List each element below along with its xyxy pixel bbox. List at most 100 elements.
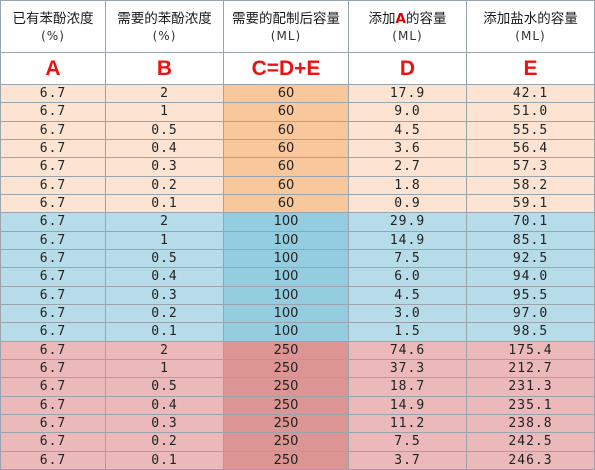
- table-cell-c[interactable]: 250: [224, 378, 349, 397]
- table-cell-b[interactable]: 2: [106, 213, 224, 232]
- table-cell-c[interactable]: 250: [224, 341, 349, 360]
- table-cell-b[interactable]: 0.3: [106, 158, 224, 177]
- table-cell-d[interactable]: 3.0: [349, 304, 467, 324]
- table-cell-b[interactable]: 1: [106, 359, 224, 379]
- table-cell-e[interactable]: 85.1: [467, 231, 595, 250]
- table-cell-d[interactable]: 1.8: [349, 176, 467, 195]
- table-cell-c[interactable]: 60: [224, 139, 349, 159]
- table-cell-a[interactable]: 6.7: [1, 286, 106, 305]
- table-cell-a[interactable]: 6.7: [1, 103, 106, 122]
- letter-cell-e[interactable]: E: [467, 53, 595, 85]
- letter-cell-c[interactable]: C=D+E: [224, 53, 349, 85]
- table-cell-c[interactable]: 60: [224, 103, 349, 122]
- table-cell-e[interactable]: 57.3: [467, 158, 595, 177]
- table-cell-c[interactable]: 100: [224, 268, 349, 287]
- table-cell-e[interactable]: 59.1: [467, 194, 595, 214]
- table-cell-e[interactable]: 55.5: [467, 121, 595, 140]
- table-cell-c[interactable]: 250: [224, 359, 349, 379]
- table-cell-c[interactable]: 60: [224, 176, 349, 195]
- table-cell-b[interactable]: 0.5: [106, 249, 224, 269]
- table-cell-b[interactable]: 0.5: [106, 378, 224, 397]
- table-cell-c[interactable]: 60: [224, 85, 349, 104]
- table-cell-a[interactable]: 6.7: [1, 121, 106, 140]
- table-cell-d[interactable]: 0.9: [349, 194, 467, 214]
- table-cell-e[interactable]: 246.3: [467, 451, 595, 470]
- table-cell-b[interactable]: 0.1: [106, 194, 224, 214]
- table-cell-a[interactable]: 6.7: [1, 433, 106, 452]
- table-cell-d[interactable]: 17.9: [349, 85, 467, 104]
- table-cell-e[interactable]: 56.4: [467, 139, 595, 159]
- table-cell-e[interactable]: 212.7: [467, 359, 595, 379]
- table-cell-e[interactable]: 94.0: [467, 268, 595, 287]
- table-cell-b[interactable]: 0.4: [106, 268, 224, 287]
- table-cell-a[interactable]: 6.7: [1, 176, 106, 195]
- table-cell-c[interactable]: 250: [224, 414, 349, 434]
- table-cell-a[interactable]: 6.7: [1, 194, 106, 214]
- table-cell-c[interactable]: 100: [224, 323, 349, 342]
- table-cell-d[interactable]: 37.3: [349, 359, 467, 379]
- table-cell-d[interactable]: 7.5: [349, 249, 467, 269]
- table-cell-d[interactable]: 14.9: [349, 396, 467, 415]
- table-cell-c[interactable]: 100: [224, 286, 349, 305]
- table-cell-a[interactable]: 6.7: [1, 341, 106, 360]
- table-cell-a[interactable]: 6.7: [1, 85, 106, 104]
- table-cell-b[interactable]: 0.3: [106, 414, 224, 434]
- table-cell-d[interactable]: 7.5: [349, 433, 467, 452]
- table-cell-c[interactable]: 250: [224, 433, 349, 452]
- table-cell-e[interactable]: 92.5: [467, 249, 595, 269]
- table-cell-b[interactable]: 2: [106, 85, 224, 104]
- table-cell-d[interactable]: 14.9: [349, 231, 467, 250]
- table-cell-b[interactable]: 0.4: [106, 396, 224, 415]
- table-cell-c[interactable]: 250: [224, 396, 349, 415]
- table-cell-d[interactable]: 1.5: [349, 323, 467, 342]
- letter-cell-d[interactable]: D: [349, 53, 467, 85]
- table-cell-d[interactable]: 74.6: [349, 341, 467, 360]
- table-cell-a[interactable]: 6.7: [1, 414, 106, 434]
- table-cell-a[interactable]: 6.7: [1, 231, 106, 250]
- table-cell-b[interactable]: 0.1: [106, 451, 224, 470]
- table-cell-d[interactable]: 3.6: [349, 139, 467, 159]
- header-col-a[interactable]: 已有苯酚浓度 (%): [1, 1, 106, 53]
- header-col-b[interactable]: 需要的苯酚浓度 (%): [106, 1, 224, 53]
- table-cell-b[interactable]: 0.2: [106, 304, 224, 324]
- table-cell-e[interactable]: 235.1: [467, 396, 595, 415]
- table-cell-c[interactable]: 250: [224, 451, 349, 470]
- table-cell-d[interactable]: 29.9: [349, 213, 467, 232]
- header-col-d[interactable]: 添加A的容量 (ML): [349, 1, 467, 53]
- table-cell-b[interactable]: 0.2: [106, 176, 224, 195]
- table-cell-b[interactable]: 0.1: [106, 323, 224, 342]
- table-cell-a[interactable]: 6.7: [1, 268, 106, 287]
- table-cell-a[interactable]: 6.7: [1, 158, 106, 177]
- table-cell-c[interactable]: 100: [224, 249, 349, 269]
- table-cell-e[interactable]: 95.5: [467, 286, 595, 305]
- table-cell-e[interactable]: 238.8: [467, 414, 595, 434]
- table-cell-e[interactable]: 242.5: [467, 433, 595, 452]
- table-cell-a[interactable]: 6.7: [1, 451, 106, 470]
- table-cell-c[interactable]: 60: [224, 121, 349, 140]
- table-cell-c[interactable]: 60: [224, 194, 349, 214]
- header-col-e[interactable]: 添加盐水的容量 (ML): [467, 1, 595, 53]
- table-cell-e[interactable]: 98.5: [467, 323, 595, 342]
- table-cell-e[interactable]: 70.1: [467, 213, 595, 232]
- table-cell-b[interactable]: 1: [106, 231, 224, 250]
- table-cell-a[interactable]: 6.7: [1, 378, 106, 397]
- table-cell-a[interactable]: 6.7: [1, 213, 106, 232]
- table-cell-a[interactable]: 6.7: [1, 304, 106, 324]
- table-cell-d[interactable]: 4.5: [349, 286, 467, 305]
- table-cell-c[interactable]: 60: [224, 158, 349, 177]
- table-cell-d[interactable]: 18.7: [349, 378, 467, 397]
- table-cell-a[interactable]: 6.7: [1, 359, 106, 379]
- table-cell-d[interactable]: 3.7: [349, 451, 467, 470]
- table-cell-e[interactable]: 175.4: [467, 341, 595, 360]
- table-cell-e[interactable]: 231.3: [467, 378, 595, 397]
- letter-cell-a[interactable]: A: [1, 53, 106, 85]
- table-cell-d[interactable]: 9.0: [349, 103, 467, 122]
- table-cell-d[interactable]: 4.5: [349, 121, 467, 140]
- table-cell-e[interactable]: 58.2: [467, 176, 595, 195]
- table-cell-b[interactable]: 2: [106, 341, 224, 360]
- table-cell-b[interactable]: 0.5: [106, 121, 224, 140]
- table-cell-b[interactable]: 1: [106, 103, 224, 122]
- table-cell-c[interactable]: 100: [224, 231, 349, 250]
- table-cell-a[interactable]: 6.7: [1, 323, 106, 342]
- table-cell-b[interactable]: 0.3: [106, 286, 224, 305]
